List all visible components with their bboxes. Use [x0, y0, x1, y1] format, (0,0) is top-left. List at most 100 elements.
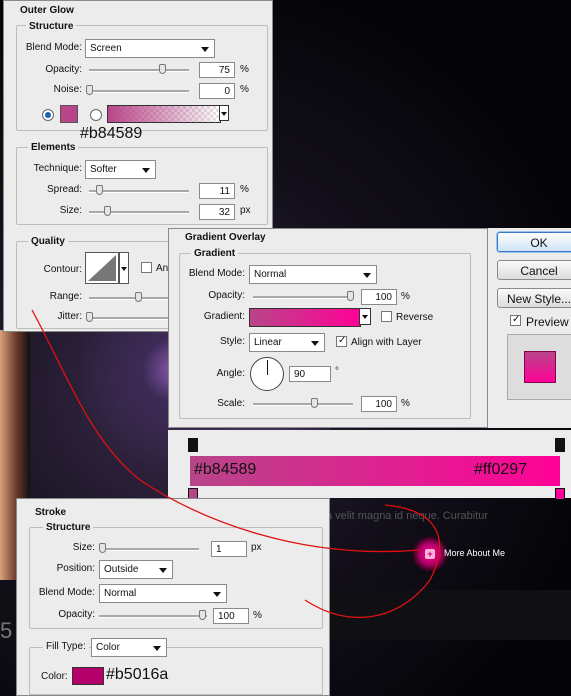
stroke-size-label: Size:	[72, 542, 95, 553]
go-scale-input[interactable]: 100	[361, 396, 397, 412]
opacity-stop-right[interactable]	[555, 438, 565, 452]
position-label: Position:	[56, 563, 95, 574]
angle-dial[interactable]	[250, 357, 284, 391]
og-size-unit: px	[240, 205, 251, 216]
contour-picker[interactable]	[85, 252, 119, 284]
opacity-stop-left[interactable]	[188, 438, 198, 452]
plus-icon: +	[425, 549, 435, 559]
jitter-slider[interactable]	[89, 317, 169, 320]
og-size-thumb[interactable]	[104, 206, 111, 216]
og-gradient-swatch[interactable]	[107, 105, 221, 123]
go-opacity-input[interactable]: 100	[361, 289, 397, 305]
stroke-blend-mode-select[interactable]: Normal	[99, 584, 227, 603]
outer-glow-title: Outer Glow	[20, 5, 74, 16]
og-color-radio[interactable]	[42, 109, 54, 121]
antialiased-checkbox[interactable]	[141, 262, 152, 273]
technique-label: Technique:	[33, 163, 82, 174]
go-angle-label: Angle:	[216, 368, 245, 379]
color-stop-right[interactable]	[555, 488, 565, 500]
reverse-label: Reverse	[396, 312, 434, 323]
fill-type-select[interactable]: Color	[91, 638, 167, 657]
contour-label: Contour:	[43, 264, 82, 275]
radio-dot	[45, 112, 51, 118]
stroke-structure-label: Structure	[43, 522, 94, 533]
og-gradient-radio[interactable]	[90, 109, 102, 121]
align-label: Align with Layer	[351, 337, 422, 348]
og-spread-thumb[interactable]	[96, 185, 103, 195]
gradient-start-hex: #b84589	[194, 461, 257, 478]
og-spread-input[interactable]: 11	[199, 183, 235, 199]
range-slider[interactable]	[89, 297, 169, 300]
more-about-me-button[interactable]: + More About Me	[412, 536, 532, 572]
gradient-end-hex: #ff0297	[474, 461, 528, 478]
og-noise-unit: %	[240, 84, 249, 95]
fill-type-label: Fill Type:	[43, 641, 89, 652]
stroke-size-thumb[interactable]	[99, 543, 106, 553]
reverse-checkbox[interactable]	[381, 311, 392, 322]
stroke-opacity-input[interactable]: 100	[213, 608, 249, 624]
go-opacity-label: Opacity:	[208, 290, 245, 301]
go-scale-thumb[interactable]	[311, 398, 318, 408]
jitter-thumb[interactable]	[86, 312, 93, 322]
og-spread-label: Spread:	[46, 184, 82, 195]
og-color-swatch[interactable]	[60, 105, 78, 123]
og-spread-unit: %	[240, 184, 249, 195]
edge-digit: 5	[0, 618, 13, 643]
elements-label: Elements	[28, 142, 79, 153]
go-scale-unit: %	[401, 398, 410, 409]
go-gradient-dropdown[interactable]	[359, 308, 371, 325]
stroke-size-input[interactable]: 1	[211, 541, 247, 557]
cancel-button[interactable]: Cancel	[497, 260, 571, 280]
range-thumb[interactable]	[135, 292, 142, 302]
contour-curve-icon	[88, 255, 116, 281]
stroke-title: Stroke	[35, 507, 67, 518]
gradient-overlay-panel: Gradient Overlay Gradient Blend Mode: No…	[168, 228, 488, 428]
og-opacity-thumb[interactable]	[159, 64, 166, 74]
go-gradient-swatch[interactable]	[249, 308, 361, 327]
technique-select[interactable]: Softer	[85, 160, 156, 179]
go-scale-slider[interactable]	[253, 403, 353, 406]
go-angle-input[interactable]: 90	[289, 366, 331, 382]
angle-needle	[267, 360, 268, 375]
og-gradient-dropdown[interactable]	[219, 105, 229, 121]
og-color-hex: #b84589	[80, 125, 143, 142]
structure-label: Structure	[26, 21, 77, 32]
stroke-color-swatch[interactable]	[72, 667, 104, 685]
position-select[interactable]: Outside	[99, 560, 173, 579]
stroke-opacity-unit: %	[253, 610, 262, 621]
stroke-opacity-slider[interactable]	[99, 615, 207, 618]
new-style-button[interactable]: New Style...	[497, 288, 571, 308]
og-opacity-input[interactable]: 75	[199, 62, 235, 78]
stroke-blend-mode-label: Blend Mode:	[38, 587, 95, 598]
og-size-input[interactable]: 32	[199, 204, 235, 220]
og-noise-label: Noise:	[53, 84, 82, 95]
og-blend-mode-label: Blend Mode:	[25, 42, 82, 53]
stroke-color-label: Color:	[41, 671, 68, 682]
preview-checkbox[interactable]: ✓	[510, 314, 521, 326]
og-opacity-slider[interactable]	[89, 69, 189, 72]
gradient-overlay-title: Gradient Overlay	[185, 232, 266, 243]
og-noise-slider[interactable]	[89, 90, 189, 93]
go-opacity-slider[interactable]	[253, 296, 353, 299]
stroke-size-slider[interactable]	[99, 548, 199, 551]
chevron-down-icon	[121, 267, 127, 271]
ok-button[interactable]: OK	[497, 232, 571, 252]
contour-dropdown[interactable]	[119, 252, 129, 284]
og-blend-mode-select[interactable]: Screen	[85, 39, 215, 58]
stroke-opacity-thumb[interactable]	[199, 610, 206, 620]
og-spread-slider[interactable]	[89, 190, 189, 193]
checkmark-icon: ✓	[338, 335, 347, 346]
align-checkbox[interactable]: ✓	[336, 335, 347, 347]
stroke-color-hex: #b5016a	[106, 666, 169, 683]
go-blend-mode-select[interactable]: Normal	[249, 265, 377, 284]
checkmark-icon: ✓	[512, 314, 521, 325]
chevron-down-icon	[221, 112, 227, 116]
go-style-select[interactable]: Linear	[249, 333, 325, 352]
og-noise-thumb[interactable]	[86, 85, 93, 95]
go-scale-label: Scale:	[217, 398, 245, 409]
stroke-panel: Stroke Structure Size: 1 px Position: Ou…	[16, 498, 330, 696]
og-noise-input[interactable]: 0	[199, 83, 235, 99]
more-about-me-label: More About Me	[444, 548, 506, 558]
go-opacity-thumb[interactable]	[347, 291, 354, 301]
antialiased-label: An	[156, 263, 169, 274]
